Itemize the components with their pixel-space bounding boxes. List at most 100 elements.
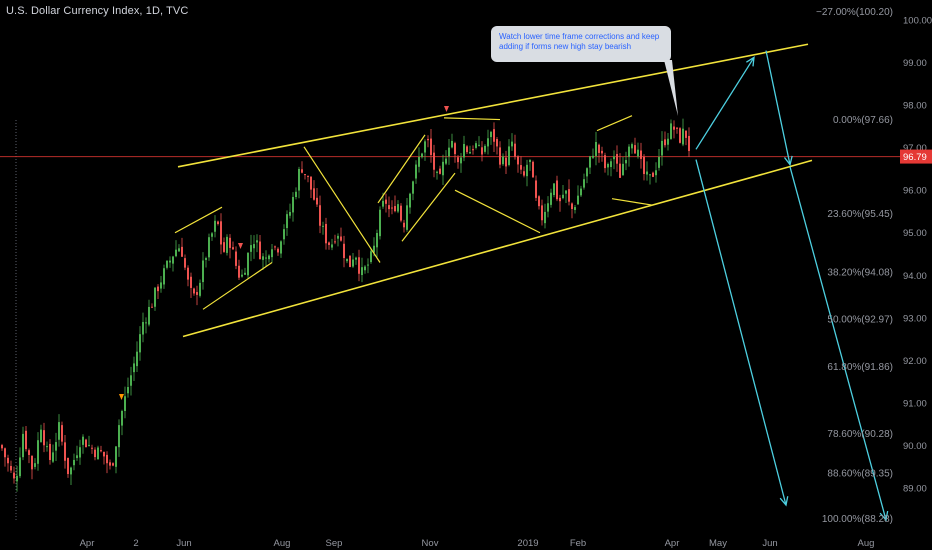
price-chart[interactable]: −27.00%(100.20) 0.00%(97.66) 23.60%(95.45)… [0,0,932,550]
candle-body [277,248,279,253]
candle-body [43,430,45,446]
candle-body [124,396,126,412]
candle-body [673,126,675,130]
candle-body [274,246,276,248]
candle-body [292,196,294,213]
candle-body [76,455,78,459]
candle-body [238,265,240,278]
candle-body [361,267,363,276]
candle-body [424,141,426,153]
candle-body [676,127,678,129]
candle-body [106,454,108,464]
candle-body [592,155,594,158]
projection-up-arrow-head [746,56,755,67]
candle-body [442,161,444,176]
candle-body [406,205,408,230]
candle-body [559,197,561,202]
candle-body [514,143,516,157]
candle-body [232,247,234,250]
fib-level-label: 23.60%(95.45) [827,209,893,220]
last-price-label: 96.79 [903,152,927,163]
candle-body [58,422,60,440]
candle-body [328,242,330,245]
fib-level-label: 100.00%(88.28) [822,514,893,525]
channel-upper-line [177,43,809,168]
candle-body [61,425,63,442]
candle-body [568,189,570,202]
candle-body [655,170,657,176]
candle-body [454,143,456,155]
note-callout[interactable]: Watch lower time frame corrections and k… [491,26,671,62]
candle-body [625,159,627,164]
candle-body [28,450,30,455]
candle-body [196,292,198,295]
candle-body [214,220,216,232]
candle-body [316,197,318,205]
pattern-line [611,198,653,206]
candle-body [205,258,207,260]
candle-body [229,237,231,248]
candle-body [619,163,621,178]
projection-up-arrow [695,57,755,150]
time-tick-label: Aug [858,538,875,549]
candle-body [172,256,174,264]
pattern-line [202,262,273,310]
candle-body [541,205,543,221]
candle-body [529,159,531,163]
price-tick-label: 99.00 [903,58,927,69]
drawing-annotations [119,43,889,522]
candle-body [334,241,336,243]
candle-body [220,221,222,245]
candle-body [349,255,351,267]
candle-body [109,462,111,466]
candle-body [508,146,510,165]
time-tick-label: Apr [80,538,95,549]
candle-body [268,255,270,260]
candle-body [211,233,213,237]
candle-body [16,475,18,482]
candle-body [400,205,402,221]
pattern-line [377,134,426,204]
candle-body [670,123,672,139]
candle-body [604,155,606,169]
candle-body [631,144,633,149]
candle-body [490,131,492,138]
candle-body [364,266,366,271]
candle-body [244,272,246,275]
candle-body [430,138,432,156]
candle-body [103,451,105,457]
fib-level-label: 88.60%(89.35) [827,469,893,480]
candle-body [289,211,291,216]
candle-body [22,433,24,458]
price-tick-label: 91.00 [903,398,927,409]
candle-body [496,139,498,147]
candle-body [439,168,441,174]
candle-body [226,236,228,253]
candle-body [511,141,513,147]
candle-body [472,149,474,151]
candle-body [352,259,354,267]
candle-body [241,274,243,277]
callout-pointer [664,60,678,116]
candle-body [169,260,171,263]
candle-body [199,282,201,296]
candle-body [517,156,519,165]
candle-body [301,169,303,173]
candle-body [640,150,642,159]
candle-body [25,430,27,450]
candle-body [298,168,300,191]
candle-body [457,157,459,163]
candle-body [154,287,156,307]
fib-level-label: 0.00%(97.66) [833,115,893,126]
candle-body [403,222,405,228]
candle-body [574,207,576,210]
last-price-tag: 96.79 [900,149,932,164]
candle-body [187,267,189,280]
candle-body [235,251,237,266]
candle-body [256,240,258,243]
candle-body [418,157,420,167]
candle-body [448,147,450,157]
candle-body [355,257,357,260]
candle-body [139,334,141,353]
candle-body [271,249,273,258]
